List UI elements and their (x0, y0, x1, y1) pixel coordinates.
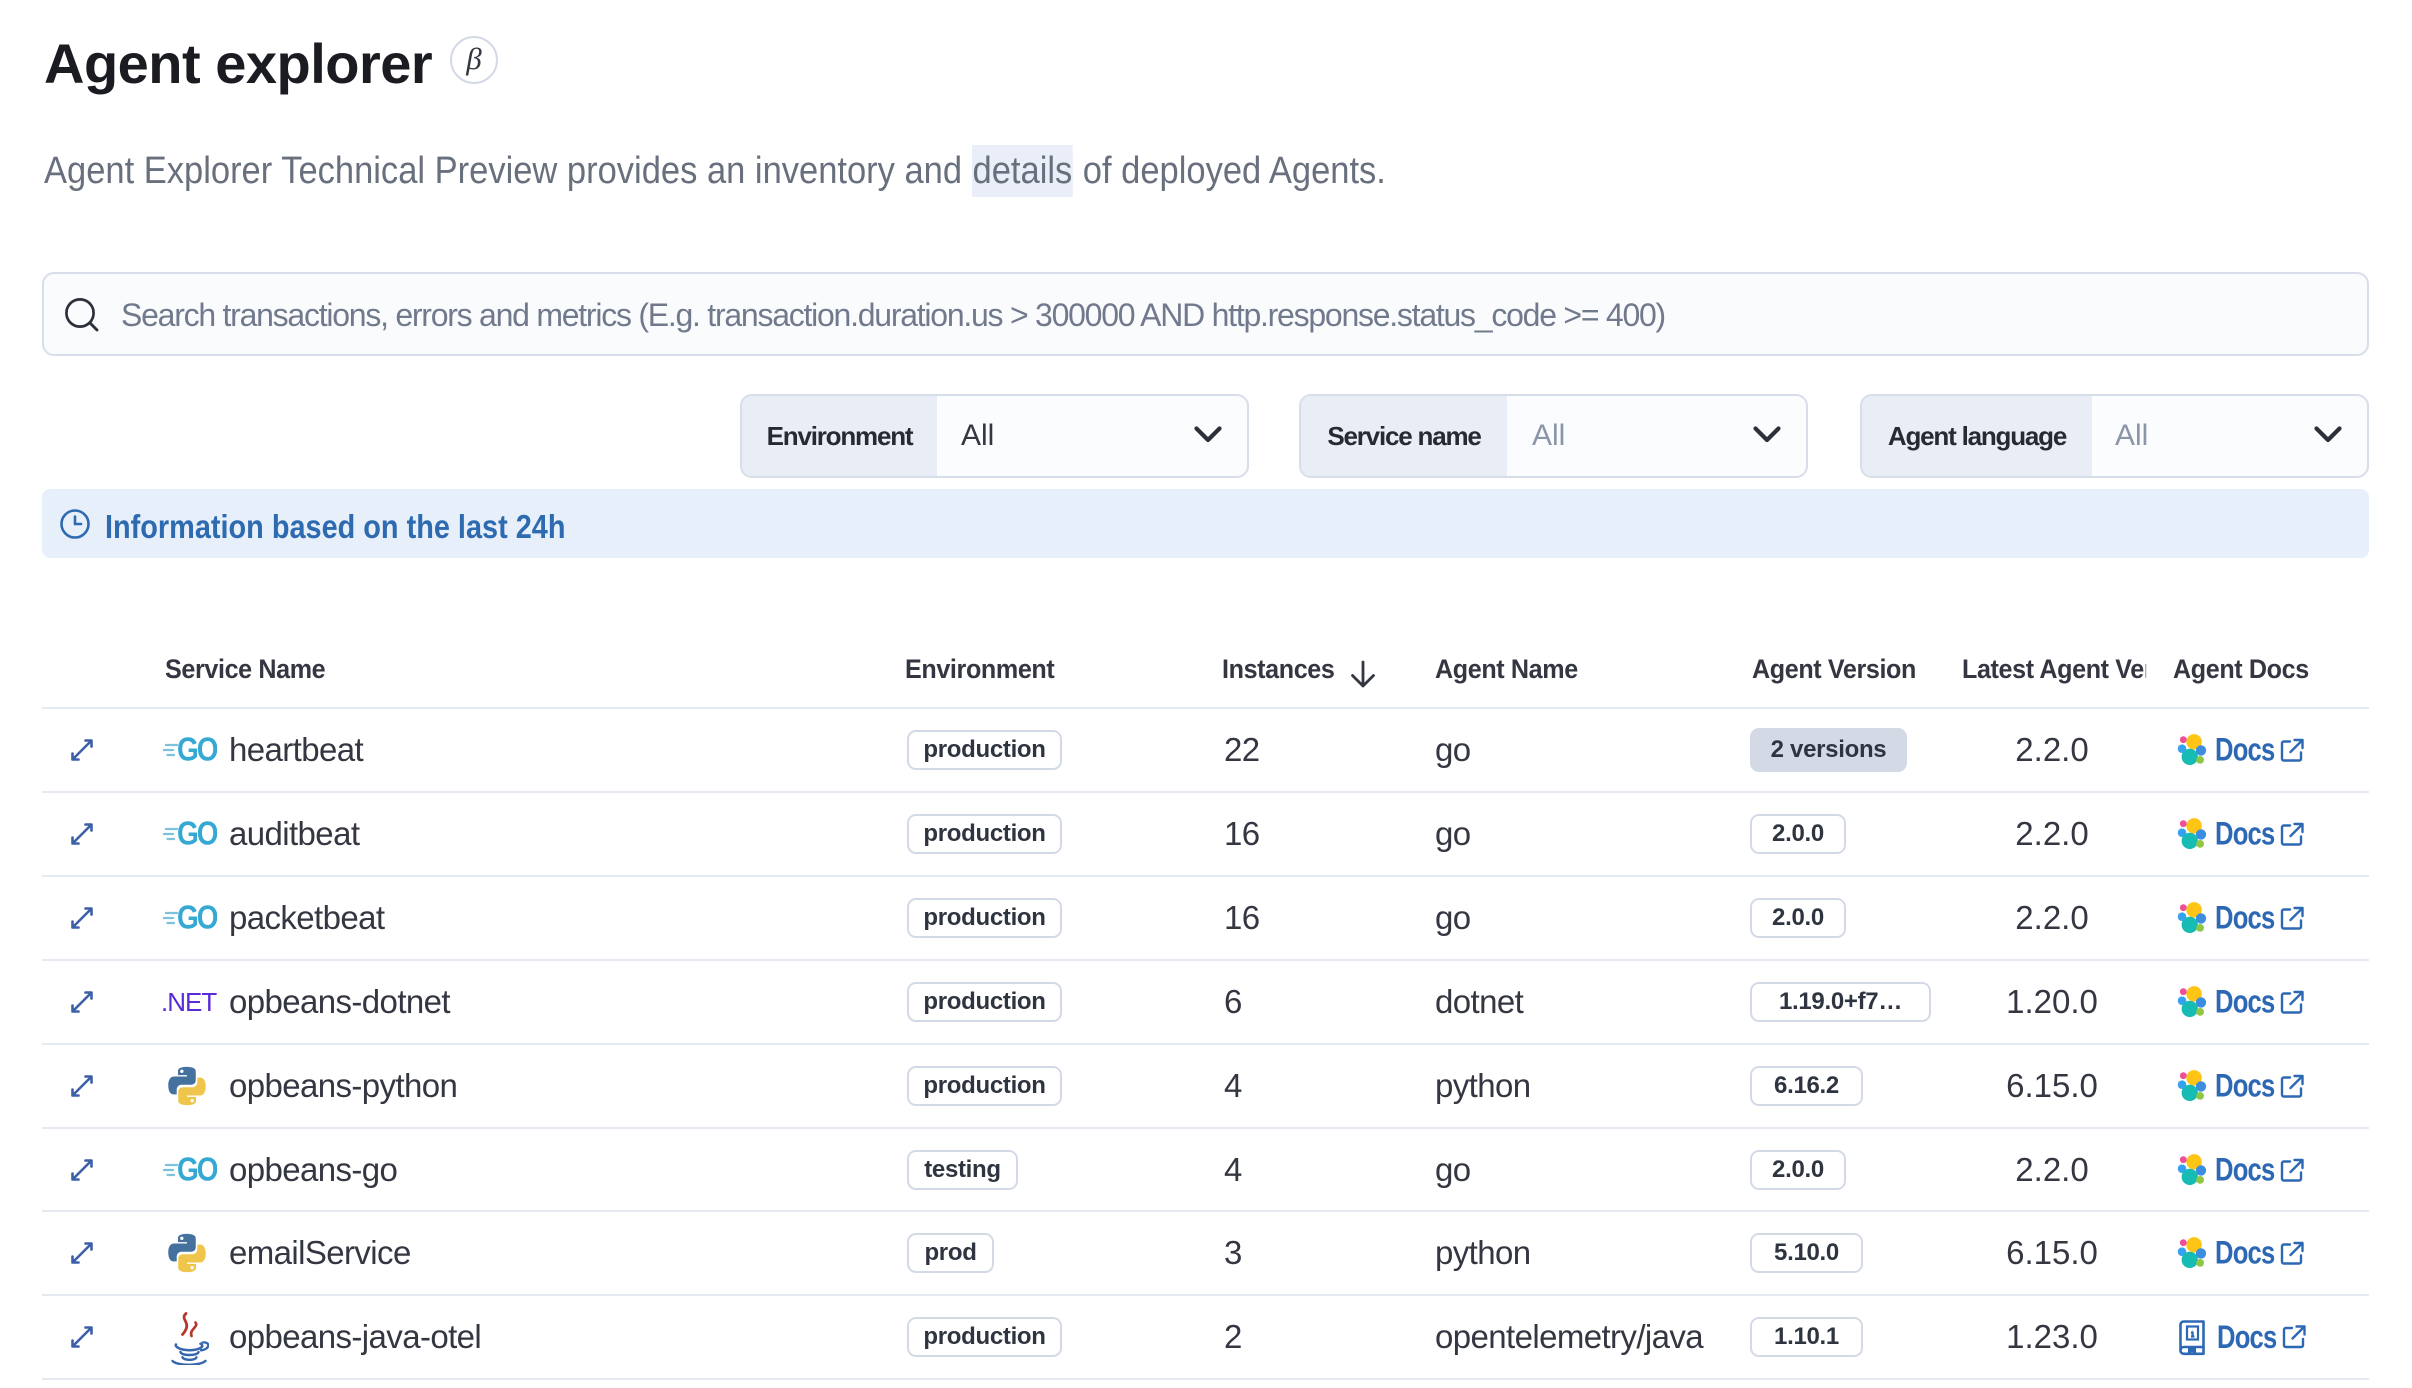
svg-text:GO: GO (177, 1153, 217, 1187)
svg-text:GO: GO (177, 733, 217, 767)
svg-text:GO: GO (177, 901, 217, 935)
svg-text:GO: GO (177, 817, 217, 851)
